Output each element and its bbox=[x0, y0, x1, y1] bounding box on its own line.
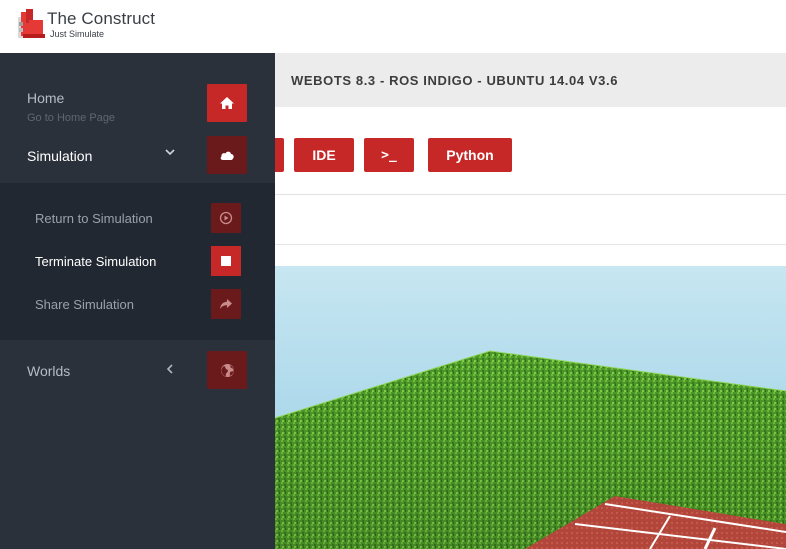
share-icon[interactable] bbox=[211, 289, 241, 319]
stop-icon[interactable] bbox=[211, 246, 241, 276]
home-icon[interactable] bbox=[207, 84, 247, 122]
top-header: The Construct Just Simulate bbox=[0, 0, 786, 53]
menu-item-label: Share Simulation bbox=[35, 297, 134, 312]
shell-button[interactable]: >_ bbox=[364, 138, 414, 172]
sidebar-item-label: Worlds bbox=[27, 363, 71, 379]
play-circle-icon[interactable] bbox=[211, 203, 241, 233]
menu-item-label: Terminate Simulation bbox=[35, 254, 157, 269]
python-button[interactable]: Python bbox=[428, 138, 512, 172]
brand-tagline: Just Simulate bbox=[50, 29, 105, 39]
sidebar-item-simulation[interactable]: Simulation bbox=[0, 128, 275, 183]
hidden-tool-button[interactable] bbox=[275, 138, 284, 172]
tool-toolbar: IDE >_ Python bbox=[275, 107, 786, 195]
sidebar-item-label: Simulation bbox=[27, 148, 93, 164]
menu-item-terminate-simulation[interactable]: Terminate Simulation bbox=[0, 233, 275, 276]
page-title: WEBOTS 8.3 - ROS INDIGO - UBUNTU 14.04 V… bbox=[291, 73, 619, 88]
menu-item-return-to-simulation[interactable]: Return to Simulation bbox=[0, 183, 275, 233]
the-construct-logo-icon[interactable] bbox=[17, 8, 47, 40]
simulation-scene bbox=[275, 350, 786, 549]
shell-icon: >_ bbox=[381, 147, 397, 163]
cloud-icon[interactable] bbox=[207, 136, 247, 174]
chevron-down-icon bbox=[164, 146, 176, 161]
chevron-left-icon bbox=[164, 363, 176, 378]
sidebar: Home Go to Home Page Simulation Return t… bbox=[0, 53, 275, 549]
globe-icon[interactable] bbox=[207, 351, 247, 389]
sidebar-item-home[interactable]: Home Go to Home Page bbox=[0, 53, 275, 128]
menu-item-share-simulation[interactable]: Share Simulation bbox=[0, 276, 275, 326]
simulation-submenu: Return to Simulation Terminate Simulatio… bbox=[0, 183, 275, 340]
sidebar-item-worlds[interactable]: Worlds bbox=[0, 340, 275, 400]
sidebar-item-subtitle: Go to Home Page bbox=[27, 112, 116, 124]
secondary-toolbar-strip bbox=[275, 195, 786, 245]
menu-item-label: Return to Simulation bbox=[35, 211, 153, 226]
brand-name: The Construct bbox=[47, 9, 156, 28]
sidebar-item-label: Home bbox=[27, 90, 65, 106]
simulation-title-bar: ⌄ WEBOTS 8.3 - ROS INDIGO - UBUNTU 14.04… bbox=[267, 53, 786, 107]
simulation-viewport[interactable] bbox=[275, 266, 786, 549]
spacer bbox=[275, 246, 786, 266]
ide-button[interactable]: IDE bbox=[294, 138, 354, 172]
